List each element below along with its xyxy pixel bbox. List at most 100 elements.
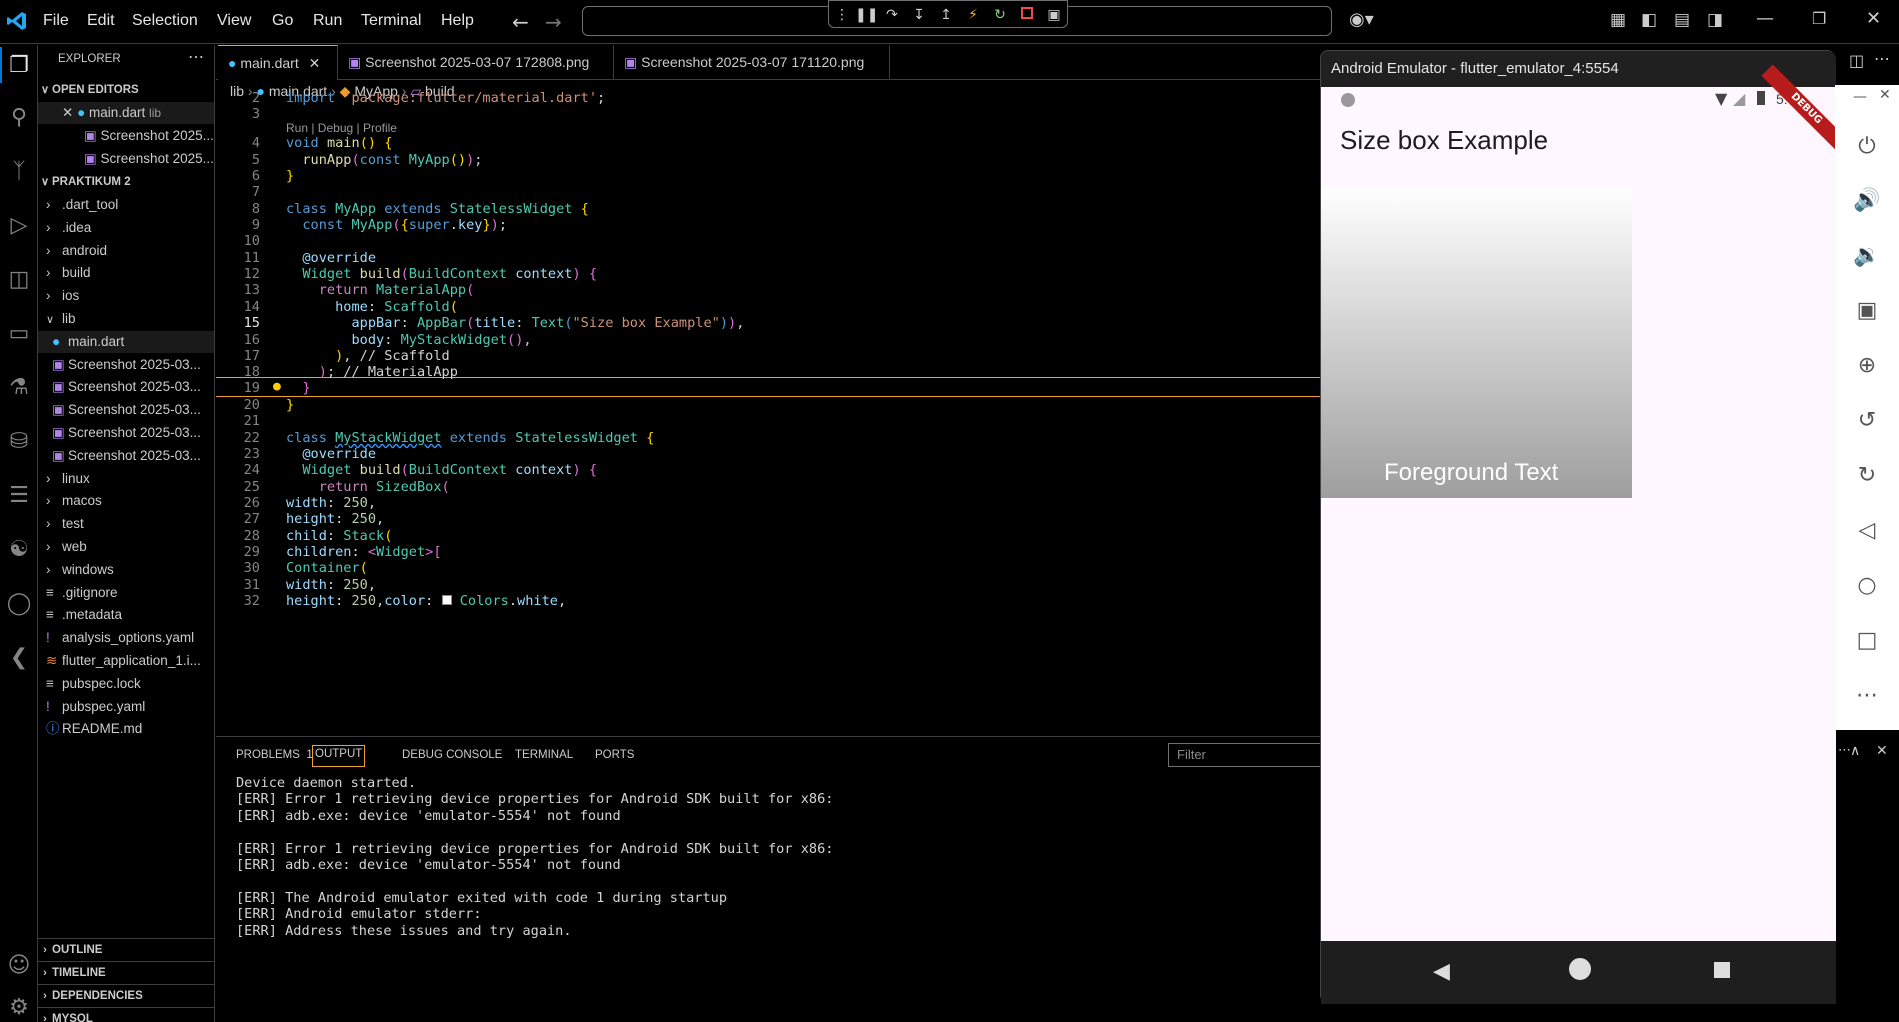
open-editor-item[interactable]: ▣ Screenshot 2025... bbox=[38, 148, 214, 170]
menu-go[interactable]: Go bbox=[272, 12, 293, 30]
back-arrow-icon[interactable]: ← bbox=[512, 10, 529, 34]
toggle-secondary-sidebar-icon[interactable]: ◨ bbox=[1707, 10, 1723, 30]
pause-icon[interactable]: ❚❚ bbox=[855, 6, 878, 24]
tree-item[interactable]: › test bbox=[38, 513, 214, 535]
tree-item[interactable]: › macos bbox=[38, 490, 214, 512]
tree-item[interactable]: ∨ lib bbox=[38, 308, 214, 330]
tree-item[interactable]: › linux bbox=[38, 468, 214, 490]
section-project[interactable]: ∨ PRAKTIKUM 2 bbox=[38, 171, 214, 193]
maximize-panel-icon[interactable]: ∧ bbox=[1850, 743, 1860, 759]
step-out-icon[interactable]: ↥ bbox=[937, 6, 955, 24]
tab-main-dart[interactable]: ● main.dart ✕ bbox=[218, 45, 338, 80]
account-icon[interactable]: ☺ bbox=[2, 949, 36, 983]
tab-terminal[interactable]: TERMINAL bbox=[515, 749, 573, 761]
tree-item[interactable]: ! analysis_options.yaml bbox=[38, 627, 214, 649]
customize-layout-icon[interactable]: ▦ bbox=[1610, 10, 1626, 30]
toggle-panel-icon[interactable]: ▤ bbox=[1674, 10, 1690, 30]
close-icon[interactable]: ✕ bbox=[309, 55, 321, 71]
search-icon[interactable]: ⚲ bbox=[2, 101, 36, 135]
section-dependencies[interactable]: › DEPENDENCIES bbox=[38, 984, 214, 1006]
more-actions-icon[interactable]: ⋯ bbox=[1874, 49, 1890, 68]
explorer-icon[interactable]: ❐ bbox=[2, 49, 36, 83]
restore-icon[interactable]: ❐ bbox=[1812, 9, 1826, 28]
tab-output[interactable]: OUTPUT bbox=[312, 745, 366, 767]
tree-item[interactable]: › android bbox=[38, 240, 214, 262]
tree-item[interactable]: › .idea bbox=[38, 217, 214, 239]
nav-back-icon[interactable]: ◀ bbox=[1433, 959, 1450, 984]
section-outline[interactable]: › OUTLINE bbox=[38, 938, 214, 960]
more-actions-icon[interactable]: ⋯ bbox=[188, 47, 204, 67]
copilot-icon[interactable]: ◉▾ bbox=[1349, 9, 1374, 30]
split-editor-icon[interactable]: ◫ bbox=[1849, 51, 1864, 70]
drag-handle-icon[interactable]: ⋮ bbox=[833, 6, 851, 24]
toggle-sidebar-icon[interactable]: ◧ bbox=[1641, 10, 1657, 30]
run-debug-icon[interactable]: ▷ bbox=[2, 209, 36, 243]
layers-icon[interactable]: ☰ bbox=[2, 479, 36, 513]
sql-icon[interactable]: ◯ bbox=[2, 587, 36, 621]
tab-debug-console[interactable]: DEBUG CONSOLE bbox=[402, 749, 502, 761]
tree-item[interactable]: ≡ .metadata bbox=[38, 604, 214, 626]
tree-item[interactable]: › web bbox=[38, 536, 214, 558]
tree-item[interactable]: ▣ Screenshot 2025-03... bbox=[38, 399, 214, 421]
python-icon[interactable]: ☯ bbox=[2, 533, 36, 567]
more-options-icon[interactable]: ⋯ bbox=[1853, 682, 1881, 710]
volume-down-icon[interactable]: 🔉 bbox=[1853, 242, 1881, 270]
back-icon[interactable]: ◁ bbox=[1853, 517, 1881, 545]
manage-gear-icon[interactable]: ⚙ bbox=[2, 991, 36, 1022]
nav-recents-icon[interactable] bbox=[1714, 962, 1730, 978]
menu-selection[interactable]: Selection bbox=[132, 12, 198, 30]
tree-item[interactable]: ▣ Screenshot 2025-03... bbox=[38, 422, 214, 444]
tree-item[interactable]: ▣ Screenshot 2025-03... bbox=[38, 376, 214, 398]
menu-terminal[interactable]: Terminal bbox=[361, 12, 421, 30]
tree-item[interactable]: ≡ pubspec.lock bbox=[38, 673, 214, 695]
hot-reload-icon[interactable]: ⚡ bbox=[964, 6, 982, 24]
close-panel-icon[interactable]: ✕ bbox=[1876, 743, 1888, 759]
codelens[interactable]: Run | Debug | Profile bbox=[286, 121, 397, 135]
tree-item[interactable]: ! pubspec.yaml bbox=[38, 696, 214, 718]
close-window-icon[interactable]: ✕ bbox=[1866, 8, 1881, 29]
menu-run[interactable]: Run bbox=[313, 12, 342, 30]
testing-icon[interactable]: ⚗ bbox=[2, 371, 36, 405]
stop-icon[interactable] bbox=[1018, 6, 1036, 24]
section-timeline[interactable]: › TIMELINE bbox=[38, 961, 214, 983]
forward-arrow-icon[interactable]: → bbox=[545, 10, 562, 34]
inspect-widget-icon[interactable]: ▣ bbox=[1045, 6, 1063, 24]
rotate-left-icon[interactable]: ↺ bbox=[1853, 407, 1881, 435]
tree-item[interactable]: › .dart_tool bbox=[38, 194, 214, 216]
menu-edit[interactable]: Edit bbox=[87, 12, 115, 30]
output-filter-input[interactable]: Filter bbox=[1168, 743, 1328, 767]
nav-home-icon[interactable] bbox=[1569, 958, 1591, 980]
tree-item[interactable]: › windows bbox=[38, 559, 214, 581]
tree-item[interactable]: › ios bbox=[38, 285, 214, 307]
flutter-icon[interactable]: ❮ bbox=[2, 641, 36, 675]
tree-item[interactable]: › build bbox=[38, 262, 214, 284]
power-icon[interactable]: ⏻ bbox=[1853, 133, 1881, 161]
tree-item[interactable]: ≡ .gitignore bbox=[38, 582, 214, 604]
close-emulator-icon[interactable]: ✕ bbox=[1879, 87, 1891, 103]
step-into-icon[interactable]: ↧ bbox=[910, 6, 928, 24]
emulator-title[interactable]: Android Emulator - flutter_emulator_4:55… bbox=[1321, 51, 1836, 87]
tab-ports[interactable]: PORTS bbox=[595, 749, 634, 761]
database-icon[interactable]: ⛁ bbox=[2, 425, 36, 459]
minimize-emulator-icon[interactable]: — bbox=[1853, 89, 1867, 105]
menu-file[interactable]: File bbox=[43, 12, 69, 30]
menu-view[interactable]: View bbox=[217, 12, 251, 30]
open-editor-item[interactable]: ✕ ● main.dart lib bbox=[38, 102, 214, 124]
tree-item[interactable]: ● main.dart bbox=[38, 330, 214, 353]
camera-icon[interactable]: ▣ bbox=[1853, 297, 1881, 325]
tab-problems[interactable]: PROBLEMS 1 bbox=[236, 749, 313, 761]
section-open-editors[interactable]: ∨ OPEN EDITORS bbox=[38, 79, 214, 101]
tree-item[interactable]: ▣ Screenshot 2025-03... bbox=[38, 445, 214, 467]
minimize-icon[interactable]: — bbox=[1756, 8, 1774, 29]
tab-screenshot-1[interactable]: ▣ Screenshot 2025-03-07 172808.png bbox=[338, 45, 614, 80]
home-icon[interactable]: ○ bbox=[1853, 572, 1881, 600]
tree-item[interactable]: ▣ Screenshot 2025-03... bbox=[38, 354, 214, 376]
open-editor-item[interactable]: ▣ Screenshot 2025... bbox=[38, 125, 214, 147]
tree-item[interactable]: ≋ flutter_application_1.i... bbox=[38, 650, 214, 672]
remote-explorer-icon[interactable]: ▭ bbox=[2, 317, 36, 351]
restart-icon[interactable]: ↻ bbox=[991, 6, 1009, 24]
source-control-icon[interactable]: ᛉ bbox=[2, 155, 36, 189]
tab-screenshot-2[interactable]: ▣ Screenshot 2025-03-07 171120.png bbox=[614, 45, 890, 80]
volume-up-icon[interactable]: 🔊 bbox=[1853, 187, 1881, 215]
zoom-icon[interactable]: ⊕ bbox=[1853, 352, 1881, 380]
